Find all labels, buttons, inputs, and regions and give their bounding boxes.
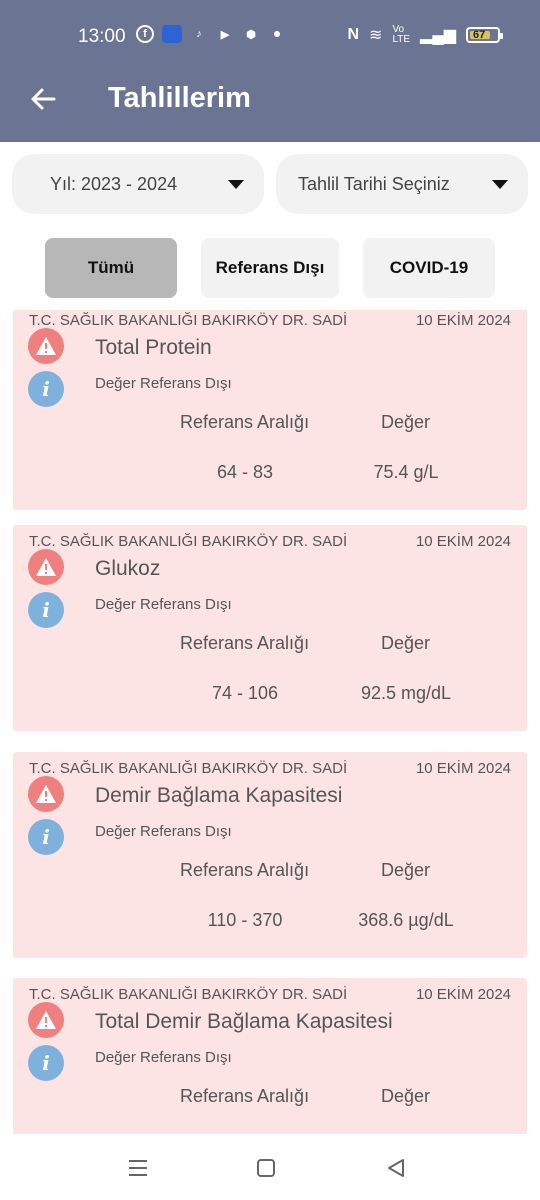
test-date-dropdown[interactable]: Tahlil Tarihi Seçiniz xyxy=(276,154,528,214)
result-date: 10 EKİM 2024 xyxy=(415,986,511,1003)
nfc-icon: N xyxy=(347,26,360,43)
volte-icon: Vo LTE xyxy=(392,24,411,45)
result-date: 10 EKİM 2024 xyxy=(415,760,511,777)
reference-range-value: 74 - 106 xyxy=(211,683,279,703)
home-icon xyxy=(257,1159,275,1177)
result-status: Değer Referans Dışı xyxy=(95,375,232,392)
year-dropdown-value: Yıl: 2023 - 2024 xyxy=(50,173,178,194)
test-name: Glukoz xyxy=(95,557,161,580)
status-time: 13:00 xyxy=(78,26,126,47)
reference-range-label: Referans Aralığı xyxy=(180,860,310,880)
hospital-name: T.C. SAĞLIK BAKANLIĞI BAKIRKÖY DR. SADİ xyxy=(29,533,348,550)
result-value: 368.6 µg/dL xyxy=(358,910,454,930)
result-status: Değer Referans Dışı xyxy=(95,596,232,613)
value-label: Değer xyxy=(381,412,431,432)
test-name: Total Protein xyxy=(95,336,212,359)
app-bar: Tahlillerim xyxy=(0,58,540,142)
system-nav-bar xyxy=(0,1134,540,1200)
reference-range-label: Referans Aralığı xyxy=(180,1086,310,1106)
hospital-name: T.C. SAĞLIK BAKANLIĞI BAKIRKÖY DR. SADİ xyxy=(29,986,348,1003)
tiktok-icon: ♪ xyxy=(196,28,202,40)
value-label: Değer xyxy=(381,860,431,880)
recents-button[interactable] xyxy=(126,1156,150,1180)
arrow-left-icon xyxy=(31,88,56,110)
back-button[interactable] xyxy=(26,82,60,116)
system-icons: N ≋ Vo LTE ▂▄▆ 67 xyxy=(347,24,503,45)
info-icon[interactable]: i xyxy=(28,1045,64,1081)
reference-range-label: Referans Aralığı xyxy=(180,633,310,653)
result-card[interactable]: T.C. SAĞLIK BAKANLIĞI BAKIRKÖY DR. SADİ … xyxy=(13,752,527,958)
nfc-radio-icon xyxy=(162,25,182,43)
hospital-name: T.C. SAĞLIK BAKANLIĞI BAKIRKÖY DR. SADİ xyxy=(29,760,348,777)
warning-icon xyxy=(28,328,64,364)
info-icon[interactable]: i xyxy=(28,592,64,628)
result-status: Değer Referans Dışı xyxy=(95,1049,232,1066)
hospital-name: T.C. SAĞLIK BAKANLIĞI BAKIRKÖY DR. SADİ xyxy=(29,312,348,329)
caret-down-icon xyxy=(228,180,244,189)
test-name: Total Demir Bağlama Kapasitesi xyxy=(95,1010,393,1033)
test-date-dropdown-placeholder: Tahlil Tarihi Seçiniz xyxy=(298,173,450,194)
tab-covid[interactable]: COVID-19 xyxy=(363,238,495,298)
facebook-icon: f xyxy=(136,25,154,43)
wifi-icon: ≋ xyxy=(369,27,383,44)
tab-all-label: Tümü xyxy=(87,258,135,277)
recents-icon xyxy=(129,1160,147,1176)
dot-icon xyxy=(274,31,280,37)
battery-icon: 67 xyxy=(466,27,503,43)
result-card[interactable]: T.C. SAĞLIK BAKANLIĞI BAKIRKÖY DR. SADİ … xyxy=(13,525,527,731)
value-label: Değer xyxy=(381,633,431,653)
caret-down-icon xyxy=(492,180,508,189)
result-status: Değer Referans Dışı xyxy=(95,823,232,840)
info-icon[interactable]: i xyxy=(28,371,64,407)
notification-icons: f ♪ ▶ ⬢ xyxy=(136,25,280,43)
tab-covid-label: COVID-19 xyxy=(389,258,469,277)
youtube-icon: ▶ xyxy=(220,28,230,41)
tab-out-of-reference-label: Referans Dışı xyxy=(215,258,325,277)
result-value: 75.4 g/L xyxy=(373,462,439,482)
reference-range-value: 64 - 83 xyxy=(216,462,274,482)
tab-out-of-reference[interactable]: Referans Dışı xyxy=(201,238,339,298)
home-button[interactable] xyxy=(254,1156,278,1180)
result-date: 10 EKİM 2024 xyxy=(415,533,511,550)
page-title: Tahlillerim xyxy=(108,82,251,114)
warning-icon xyxy=(28,1002,64,1038)
status-bar: 13:00 f ♪ ▶ ⬢ N ≋ Vo LTE ▂▄▆ 67 xyxy=(0,0,540,58)
results-list[interactable]: T.C. SAĞLIK BAKANLIĞI BAKIRKÖY DR. SADİ … xyxy=(0,310,540,1134)
back-icon xyxy=(388,1159,404,1177)
result-card[interactable]: T.C. SAĞLIK BAKANLIĞI BAKIRKÖY DR. SADİ … xyxy=(13,310,527,510)
nav-back-button[interactable] xyxy=(384,1156,408,1180)
warning-icon xyxy=(28,776,64,812)
signal-icon: ▂▄▆ xyxy=(420,27,456,44)
result-card[interactable]: T.C. SAĞLIK BAKANLIĞI BAKIRKÖY DR. SADİ … xyxy=(13,978,527,1134)
info-icon[interactable]: i xyxy=(28,819,64,855)
year-dropdown[interactable]: Yıl: 2023 - 2024 xyxy=(12,154,264,214)
reference-range-label: Referans Aralığı xyxy=(180,412,310,432)
box-icon: ⬢ xyxy=(246,28,256,41)
tab-all[interactable]: Tümü xyxy=(45,238,177,298)
result-value: 92.5 mg/dL xyxy=(360,683,452,703)
battery-level: 67 xyxy=(473,29,486,41)
warning-icon xyxy=(28,549,64,585)
value-label: Değer xyxy=(381,1086,431,1106)
result-date: 10 EKİM 2024 xyxy=(415,312,511,329)
reference-range-value: 110 - 370 xyxy=(207,910,283,930)
test-name: Demir Bağlama Kapasitesi xyxy=(95,784,343,807)
